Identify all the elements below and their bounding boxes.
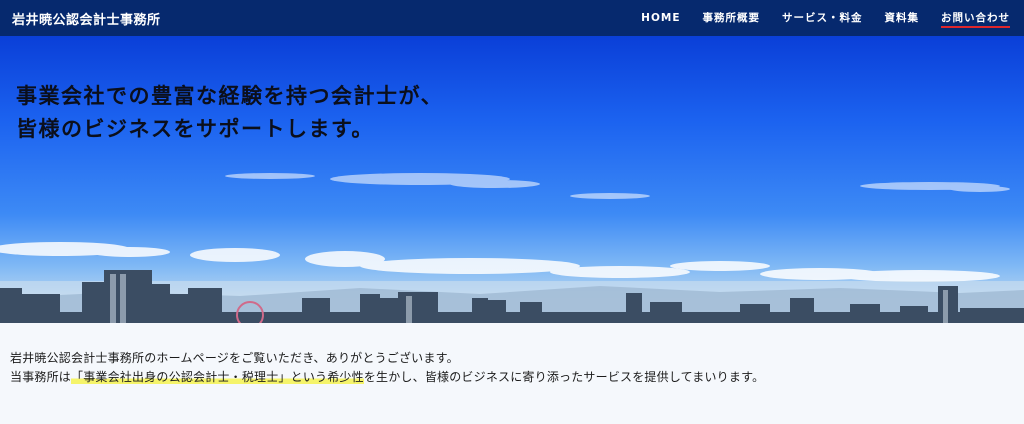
nav-item-home[interactable]: HOME — [641, 0, 680, 36]
intro-text: 岩井暁公認会計士事務所のホームページをご覧いただき、ありがとうございます。 当事… — [10, 349, 764, 387]
nav-item-office-overview[interactable]: 事務所概要 — [703, 0, 761, 36]
intro-line-2-prefix: 当事務所は — [10, 370, 72, 384]
nav-item-services-fees[interactable]: サービス・料金 — [782, 0, 863, 36]
clouds-upper — [225, 173, 1010, 199]
intro-section: 岩井暁公認会計士事務所のホームページをご覧いただき、ありがとうございます。 当事… — [0, 323, 1024, 424]
intro-highlight: 「事業会社出身の公認会計士・税理士」という希少性 — [71, 370, 364, 384]
hero-banner: 事業会社での豊富な経験を持つ会計士が、 皆様のビジネスをサポートします。 — [0, 36, 1024, 323]
hero-heading-line-1: 事業会社での豊富な経験を持つ会計士が、 — [16, 84, 444, 108]
site-header: 岩井暁公認会計士事務所 HOME 事務所概要 サービス・料金 資料集 お問い合わ… — [0, 0, 1024, 36]
nav-item-documents[interactable]: 資料集 — [885, 0, 920, 36]
intro-line-2: 当事務所は「事業会社出身の公認会計士・税理士」という希少性を生かし、皆様のビジネ… — [10, 368, 764, 387]
nav-item-contact[interactable]: お問い合わせ — [941, 0, 1010, 36]
page: 岩井暁公認会計士事務所 HOME 事務所概要 サービス・料金 資料集 お問い合わ… — [0, 0, 1024, 424]
site-title-link[interactable]: 岩井暁公認会計士事務所 — [12, 9, 161, 28]
main-nav: HOME 事務所概要 サービス・料金 資料集 お問い合わせ — [619, 0, 1010, 36]
intro-line-1: 岩井暁公認会計士事務所のホームページをご覧いただき、ありがとうございます。 — [10, 351, 459, 365]
hero-heading: 事業会社での豊富な経験を持つ会計士が、 皆様のビジネスをサポートします。 — [16, 80, 443, 146]
hero-heading-line-2: 皆様のビジネスをサポートします。 — [16, 117, 374, 141]
intro-line-2-suffix: を生かし、皆様のビジネスに寄り添ったサービスを提供してまいります。 — [363, 370, 765, 384]
